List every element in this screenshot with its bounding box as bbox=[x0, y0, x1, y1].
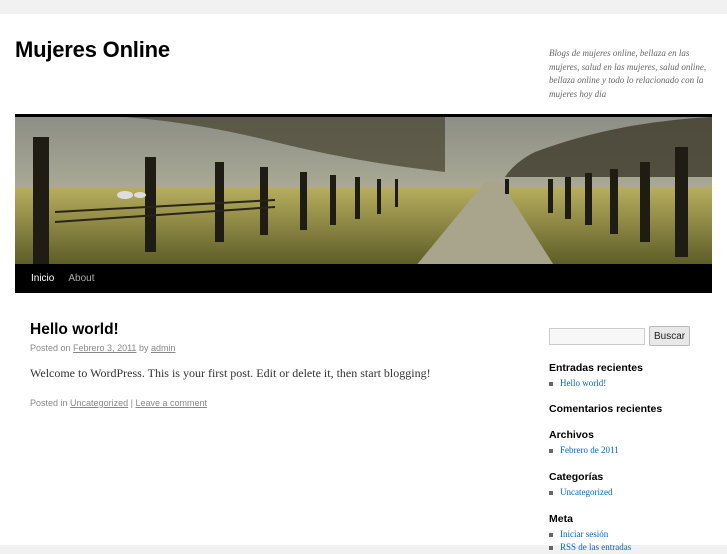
search-button[interactable]: Buscar bbox=[649, 326, 691, 346]
post-date-link[interactable]: Febrero 3, 2011 bbox=[73, 343, 136, 353]
site-title[interactable]: Mujeres Online bbox=[15, 37, 170, 63]
category-sidebar-link[interactable]: Uncategorized bbox=[560, 487, 612, 497]
posted-on-label: Posted on bbox=[30, 343, 71, 353]
post-content: Welcome to WordPress. This is your first… bbox=[30, 366, 431, 380]
sidebar: Buscar Entradas recientes Hello world! C… bbox=[549, 326, 699, 554]
list-item: Iniciar sesión bbox=[549, 528, 699, 541]
list-item: RSS de las entradas bbox=[549, 541, 699, 554]
categories-widget: Categorías Uncategorized bbox=[549, 471, 699, 499]
search-form: Buscar bbox=[549, 326, 699, 346]
by-label: by bbox=[138, 343, 149, 353]
main-content: Hello world! Posted on Febrero 3, 2011 b… bbox=[30, 321, 500, 408]
search-input[interactable] bbox=[549, 327, 645, 345]
header-image bbox=[15, 114, 712, 267]
rss-entries-link[interactable]: RSS de las entradas bbox=[560, 542, 631, 552]
meta-widget: Meta Iniciar sesión RSS de las entradas bbox=[549, 513, 699, 554]
site-description: Blogs de mujeres online, bellaza en las … bbox=[549, 48, 707, 99]
posted-in-label: Posted in bbox=[30, 398, 68, 408]
archives-title: Archivos bbox=[549, 429, 594, 441]
post-title[interactable]: Hello world! bbox=[30, 321, 500, 339]
meta-separator: | bbox=[130, 398, 133, 408]
list-item: Uncategorized bbox=[549, 486, 699, 499]
header-landscape-image bbox=[15, 117, 712, 267]
login-link[interactable]: Iniciar sesión bbox=[560, 529, 608, 539]
recent-posts-widget: Entradas recientes Hello world! bbox=[549, 362, 699, 390]
page-wrapper: Mujeres Online Blogs de mujeres online, … bbox=[0, 14, 727, 552]
list-item: Febrero de 2011 bbox=[549, 444, 699, 457]
meta-title: Meta bbox=[549, 513, 573, 525]
category-link[interactable]: Uncategorized bbox=[70, 398, 128, 408]
categories-title: Categorías bbox=[549, 471, 604, 483]
post-meta: Posted on Febrero 3, 2011 by admin bbox=[30, 343, 500, 353]
list-item: Hello world! bbox=[549, 377, 699, 390]
nav-item-about[interactable]: About bbox=[61, 264, 101, 293]
recent-post-link[interactable]: Hello world! bbox=[560, 378, 606, 388]
archive-link[interactable]: Febrero de 2011 bbox=[560, 445, 619, 455]
archives-widget: Archivos Febrero de 2011 bbox=[549, 429, 699, 457]
main-nav: Inicio About bbox=[15, 264, 712, 293]
leave-comment-link[interactable]: Leave a comment bbox=[135, 398, 207, 408]
post-utility: Posted in Uncategorized | Leave a commen… bbox=[30, 398, 500, 408]
recent-comments-widget: Comentarios recientes bbox=[549, 403, 699, 415]
nav-item-inicio[interactable]: Inicio bbox=[24, 264, 61, 293]
author-link[interactable]: admin bbox=[151, 343, 176, 353]
recent-posts-title: Entradas recientes bbox=[549, 362, 643, 374]
recent-comments-title: Comentarios recientes bbox=[549, 403, 663, 415]
